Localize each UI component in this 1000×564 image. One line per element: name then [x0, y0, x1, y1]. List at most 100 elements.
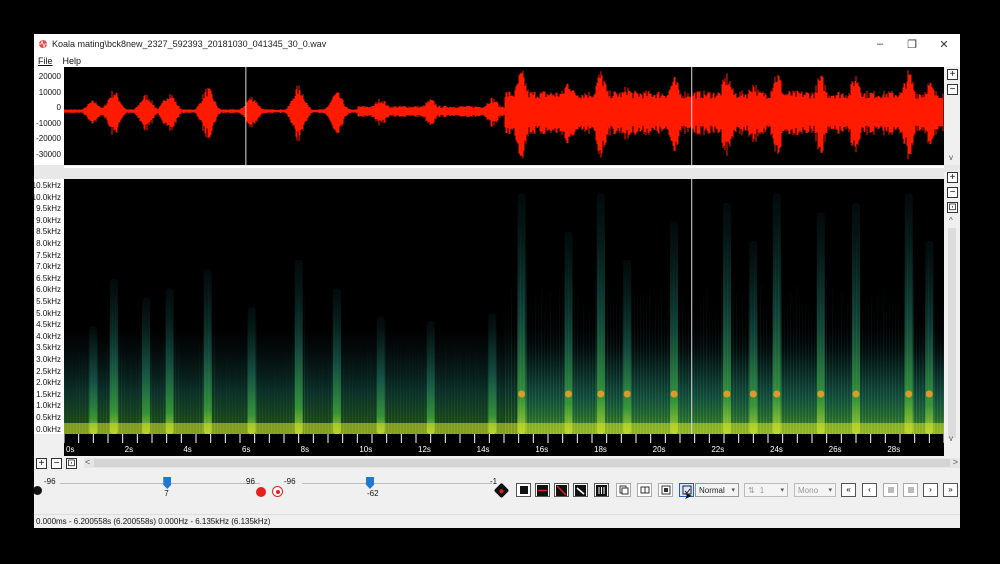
spectrogram-scroll-thumb[interactable] [948, 228, 956, 438]
mono-select[interactable]: Mono ▾ [794, 483, 836, 497]
spectrogram-freq-label: 9.5kHz [36, 204, 61, 214]
square-icon [519, 486, 528, 494]
paste-button[interactable] [658, 483, 673, 497]
fast-forward-button[interactable]: » [943, 483, 958, 497]
horizontal-scroll-thumb[interactable] [94, 459, 950, 467]
waveform-zoom-in-button[interactable]: + [947, 69, 958, 80]
horizontal-line-tool-button[interactable] [535, 483, 550, 497]
spectrogram-floor-band [64, 423, 944, 434]
spectrogram-freq-label: 10.0kHz [34, 192, 61, 202]
waveform-y-label: -30000 [36, 149, 61, 159]
step-forward-button[interactable]: › [923, 483, 938, 497]
black-dot-icon[interactable] [34, 486, 42, 495]
cut-icon [640, 486, 649, 494]
time-zoom-out-button[interactable]: − [51, 458, 62, 469]
panel-splitter-line [64, 166, 944, 168]
menu-file[interactable]: File [38, 56, 53, 66]
spectrogram-streak [508, 315, 510, 434]
channel-select[interactable]: ⇅ 1 ▾ [744, 483, 788, 497]
step-back-icon: ‹ [868, 485, 871, 494]
spectrogram-streak [874, 319, 876, 434]
scroll-left-arrow[interactable]: < [85, 457, 90, 467]
record-ring-icon[interactable] [272, 486, 283, 497]
spectrogram-freq-label: 4.0kHz [36, 331, 61, 341]
time-label: 28s [887, 445, 901, 454]
time-fit-button[interactable]: ⊡ [66, 458, 77, 469]
spectrogram-streak [397, 341, 399, 434]
bars-icon [596, 484, 607, 496]
spectrogram-hotspot [723, 390, 731, 398]
maximize-button[interactable]: ❐ [896, 34, 928, 54]
spectrogram-streak [454, 341, 456, 434]
spectrogram-streak [901, 323, 903, 434]
rewind-button[interactable]: « [841, 483, 856, 497]
slider1-track[interactable] [60, 483, 260, 484]
waveform-zoom-out-button[interactable]: − [947, 84, 958, 95]
scroll-right-arrow[interactable]: > [953, 457, 958, 467]
waveform-vertical-controls: + − v [944, 67, 960, 165]
waveform-scroll-down-arrow[interactable]: v [949, 153, 953, 162]
fast-forward-icon: » [948, 485, 953, 494]
spectrogram-streak [139, 339, 141, 434]
spectrogram-streak [364, 358, 366, 434]
spectrogram-streak [733, 276, 735, 434]
spectrogram-scroll-up-arrow[interactable]: ^ [949, 216, 953, 225]
spectrogram-streak [799, 296, 801, 434]
spectrogram-streak [478, 359, 480, 434]
time-zoom-in-button[interactable]: + [36, 458, 47, 469]
spectrogram-streak [592, 309, 594, 434]
spectrogram-streak [664, 317, 666, 434]
spectrogram-streak [328, 354, 330, 434]
spectrogram-freq-label: 5.0kHz [36, 308, 61, 318]
copy-button[interactable] [616, 483, 631, 497]
spectrogram-streak [511, 285, 513, 434]
spectrogram-streak [118, 310, 120, 434]
menu-help[interactable]: Help [63, 56, 82, 66]
cut-button[interactable] [637, 483, 652, 497]
spectrogram-fit-button[interactable]: ⊡ [947, 202, 958, 213]
spectrogram-streak [226, 352, 228, 434]
spectrogram-streak [409, 345, 411, 434]
time-label: 24s [770, 445, 783, 454]
spectrogram-streak [883, 287, 885, 434]
spectrogram-streak [916, 303, 918, 434]
red-dot-icon[interactable] [256, 487, 266, 497]
slider2-thumb[interactable] [366, 477, 374, 489]
spectrogram-streak [715, 307, 717, 434]
spectrogram-streak [370, 350, 372, 434]
menu-bar: File Help [34, 54, 960, 67]
spectrogram-plot[interactable] [64, 179, 944, 434]
spectrogram-scroll-down-arrow[interactable]: v [949, 434, 953, 443]
slider2-track[interactable] [302, 483, 492, 484]
spectrogram-streak [457, 347, 459, 434]
spectrogram-streak [88, 331, 90, 434]
square-tool-button[interactable] [516, 483, 531, 497]
spectrogram-streak [583, 302, 585, 434]
slider1-thumb[interactable] [163, 477, 172, 489]
horizontal-scrollbar[interactable]: < > [84, 457, 960, 468]
spectrogram-streak [877, 290, 879, 434]
pause-button[interactable] [903, 483, 918, 497]
spectrogram-streak [913, 255, 915, 434]
spectrogram-streak [199, 340, 201, 434]
spectrogram-streak [586, 321, 588, 434]
controls-panel: -96 7 96 -96 -62 -1 ➤ Normal ▾ ⇅ 1 ▾ Mon… [34, 469, 960, 514]
spectrogram-streak [424, 348, 426, 434]
stop-button[interactable] [883, 483, 898, 497]
spectrogram-streak [151, 343, 153, 434]
horizontal-line-icon [537, 484, 548, 496]
minimize-button[interactable]: – [864, 34, 896, 54]
step-back-button[interactable]: ‹ [862, 483, 877, 497]
spectrogram-zoom-in-button[interactable]: + [947, 172, 958, 183]
waveform-y-label: 10000 [38, 87, 61, 97]
waveform-y-axis: 20000 10000 0 -10000 -20000 -30000 [34, 67, 64, 165]
waveform-plot[interactable] [64, 67, 944, 165]
mode-select[interactable]: Normal ▾ [695, 483, 739, 497]
close-button[interactable]: ✕ [928, 34, 960, 54]
spectrogram-streak [460, 346, 462, 434]
diagonal-tool-button[interactable] [573, 483, 588, 497]
bars-tool-button[interactable] [594, 483, 609, 497]
spectrogram-vocal-column [203, 269, 212, 434]
spectrogram-zoom-out-button[interactable]: − [947, 187, 958, 198]
diagonal-down-tool-button[interactable] [554, 483, 569, 497]
